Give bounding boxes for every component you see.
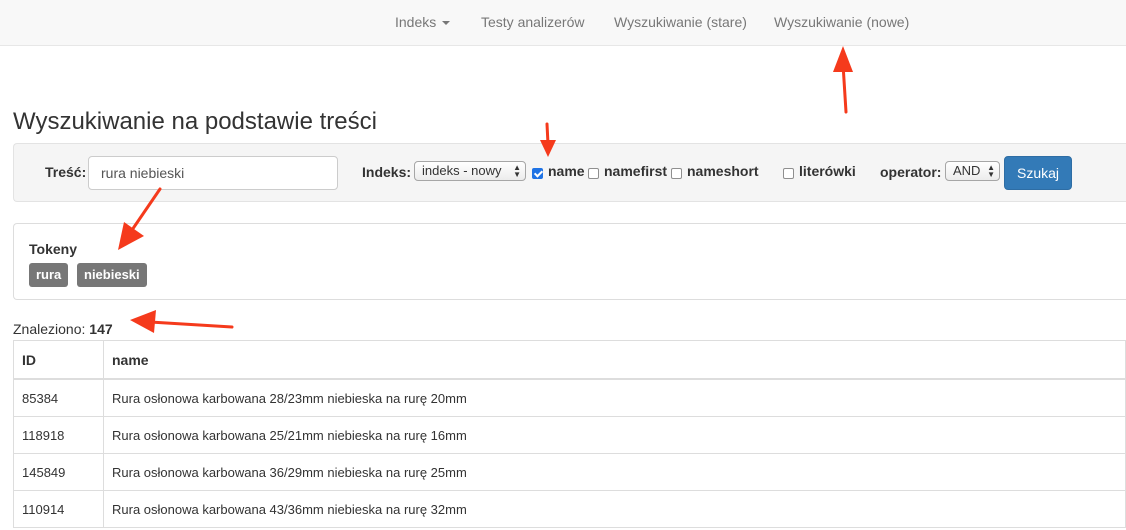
field-namefirst-label: namefirst — [604, 163, 668, 179]
field-nameshort-checkbox[interactable] — [671, 168, 682, 179]
index-select-value: indeks - nowy — [422, 163, 502, 178]
arrow-nav-head — [833, 46, 853, 72]
tokens-panel — [13, 223, 1126, 300]
cell-name: Rura osłonowa karbowana 43/36mm niebiesk… — [103, 490, 1126, 528]
cell-id: 85384 — [13, 378, 104, 417]
nav-wyszukiwanie-stare[interactable]: Wyszukiwanie (stare) — [614, 14, 747, 30]
field-literowki-label: literówki — [799, 163, 856, 179]
nav-indeks-label: Indeks — [395, 14, 437, 30]
field-name-label: name — [548, 163, 585, 179]
operator-select-value: AND — [953, 163, 981, 178]
table-row: 85384 Rura osłonowa karbowana 28/23mm ni… — [13, 378, 1126, 417]
found-label: Znaleziono: — [13, 321, 86, 337]
page-title: Wyszukiwanie na podstawie treści — [13, 108, 377, 135]
cell-name: Rura osłonowa karbowana 28/23mm niebiesk… — [103, 378, 1126, 417]
nav-wyszukiwanie-nowe[interactable]: Wyszukiwanie (nowe) — [774, 14, 909, 30]
table-row: 118918 Rura osłonowa karbowana 25/21mm n… — [13, 416, 1126, 454]
index-label: Indeks: — [362, 164, 412, 180]
column-header-name: name — [103, 340, 1126, 380]
table-row: 145849 Rura osłonowa karbowana 36/29mm n… — [13, 453, 1126, 491]
tokens-title: Tokeny — [29, 241, 77, 257]
field-nameshort-label: nameshort — [687, 163, 759, 179]
search-button[interactable]: Szukaj — [1004, 156, 1072, 190]
operator-label: operator: — [880, 164, 942, 180]
cell-id: 110914 — [13, 490, 104, 528]
table-row: 110914 Rura osłonowa karbowana 43/36mm n… — [13, 490, 1126, 528]
token-badge: rura — [29, 263, 69, 287]
select-arrows-icon: ▲ ▼ — [513, 163, 521, 179]
index-select[interactable]: indeks - nowy ▲ ▼ — [414, 161, 526, 181]
content-search-input[interactable] — [88, 156, 338, 190]
arrow-found-shaft — [148, 320, 234, 329]
cell-name: Rura osłonowa karbowana 25/21mm niebiesk… — [103, 416, 1126, 454]
field-literowki-checkbox[interactable] — [783, 168, 794, 179]
select-arrows-icon: ▲ ▼ — [987, 163, 995, 179]
token-badge: niebieski — [77, 263, 147, 287]
table-header-row: ID name — [13, 340, 1126, 380]
cell-id: 118918 — [13, 416, 104, 454]
found-count-text: Znaleziono: 147 — [13, 321, 113, 337]
caret-down-icon — [442, 21, 451, 26]
content-label: Treść: — [45, 164, 87, 180]
results-table: ID name 85384 Rura osłonowa karbowana 28… — [13, 340, 1126, 528]
arrow-found-head — [130, 310, 156, 333]
top-navbar: Indeks Testy analizerów Wyszukiwanie (st… — [0, 0, 1126, 46]
arrow-checkbox-shaft — [545, 122, 550, 146]
column-header-id: ID — [13, 340, 104, 380]
field-namefirst-checkbox[interactable] — [588, 168, 599, 179]
cell-id: 145849 — [13, 453, 104, 491]
found-count: 147 — [89, 321, 113, 337]
field-name-checkbox[interactable] — [532, 168, 543, 179]
nav-testy-analizerow[interactable]: Testy analizerów — [481, 14, 585, 30]
arrow-nav-shaft — [841, 62, 848, 114]
nav-indeks-dropdown[interactable]: Indeks — [395, 14, 451, 30]
cell-name: Rura osłonowa karbowana 36/29mm niebiesk… — [103, 453, 1126, 491]
operator-select[interactable]: AND ▲ ▼ — [945, 161, 1000, 181]
